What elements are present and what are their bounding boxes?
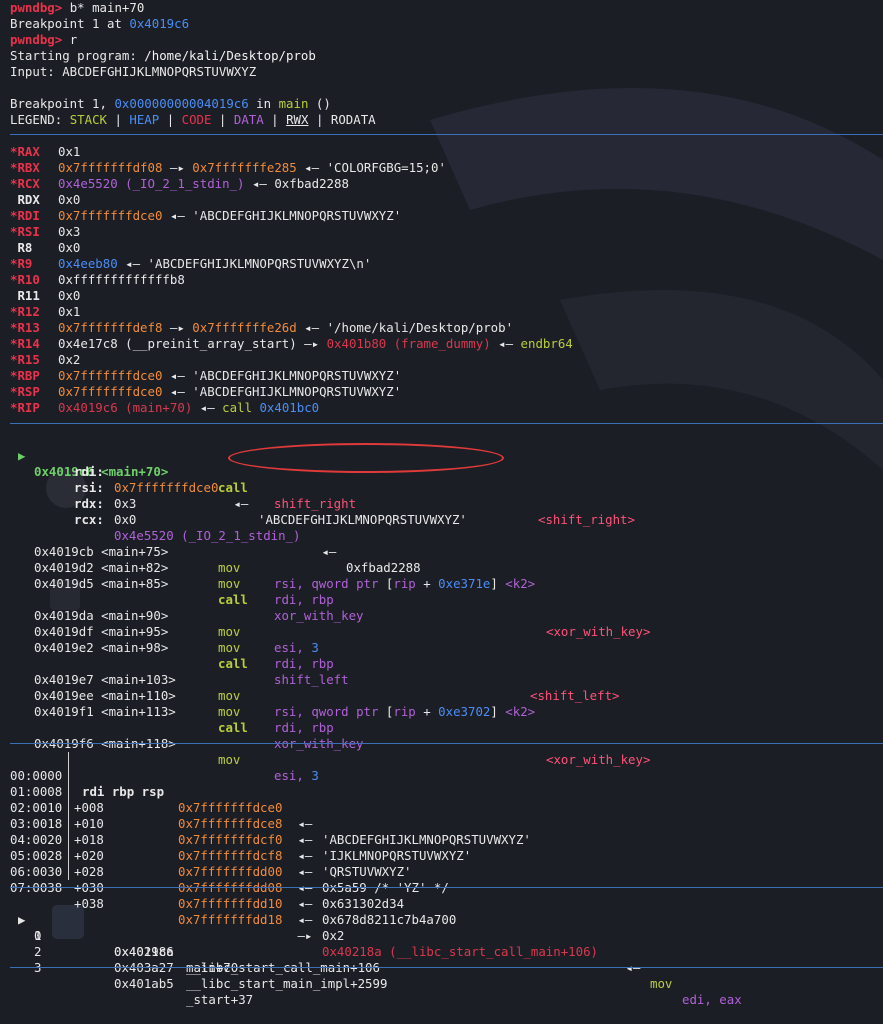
- section-divider-registers: [10, 134, 883, 135]
- register-rsp: *RSP 0x7fffffffdce0 ◂— 'ABCDEFGHIJKLMNOPQ…: [10, 384, 402, 399]
- stack-row: 07:0038 +038 0x7fffffffdd18 —▸ 0x40218a …: [10, 880, 742, 1007]
- disasm-row: 0x4019e7 <main+103> mov rsi, qword ptr […: [34, 672, 536, 719]
- input-line: Input: ABCDEFGHIJKLMNOPQRSTUVWXYZ: [10, 64, 257, 79]
- disasm-row: 0x4019f6 <main+118> mov esi, 3: [34, 736, 319, 783]
- stack-row: 02:0010 +010 0x7fffffffdcf0 ◂— 'QRSTUVWX…: [10, 800, 412, 879]
- register-rbp: *RBP 0x7fffffffdce0 ◂— 'ABCDEFGHIJKLMNOPQ…: [10, 368, 402, 383]
- section-divider-bottom: [10, 967, 883, 968]
- register-rdi: *RDI 0x7fffffffdce0 ◂— 'ABCDEFGHIJKLMNOPQ…: [10, 208, 402, 223]
- backtrace-frame: 3 0x401ab5 _start+37: [34, 960, 254, 1007]
- register-r12: *R12 0x1: [10, 304, 81, 319]
- stack-row: 03:0018 +018 0x7fffffffdcf8 ◂— 0x5a59 /*…: [10, 816, 449, 895]
- prompt-line-1: pwndbg> b* main+70: [10, 0, 145, 15]
- terminal-window[interactable]: pwndbg> b* main+70 Breakpoint 1 at 0x401…: [0, 0, 883, 1007]
- disasm-row: 0x4019cb <main+75> mov rsi, qword ptr [r…: [34, 544, 536, 591]
- stack-row: 01:0008 +008 0x7fffffffdce8 ◂— 'IJKLMNOP…: [10, 784, 472, 863]
- stack-row: 05:0028 +028 0x7fffffffdd08 ◂— 0x678d821…: [10, 848, 457, 927]
- backtrace-frame: 2 0x403a27 __libc_start_main_impl+2599: [34, 944, 388, 991]
- register-r13: *R13 0x7fffffffdef8 —▸ 0x7fffffffe26d ◂— …: [10, 320, 514, 335]
- disasm-row: 0x4019df <main+95> mov rdi, rbp: [34, 624, 334, 671]
- disasm-row: 0x4019da <main+90> mov esi, 3: [34, 608, 319, 655]
- stack-row: 04:0020 +020 0x7fffffffdd00 ◂— 0x631302d…: [10, 832, 405, 911]
- register-rbx: *RBX 0x7fffffffdf08 —▸ 0x7fffffffe285 ◂— …: [10, 160, 446, 175]
- breakpoint-set-line: Breakpoint 1 at 0x4019c6: [10, 16, 190, 31]
- register-rax: *RAX 0x1: [10, 144, 81, 159]
- prompt-line-2: pwndbg> r: [10, 32, 78, 47]
- register-rcx: *RCX 0x4e5520 (_IO_2_1_stdin_) ◂— 0xfbad2…: [10, 176, 349, 191]
- breakpoint-hit-line: Breakpoint 1, 0x00000000004019c6 in main…: [10, 96, 331, 111]
- backtrace-frame: 1 0x40218a __libc_start_call_main+106: [34, 928, 380, 975]
- backtrace-frame: ▶ 0 0x4019c6 main+70: [18, 912, 239, 975]
- register-r11: R11 0x0: [10, 288, 81, 303]
- disasm-row: 0x4019ee <main+110> mov rdi, rbp: [34, 688, 334, 735]
- legend-line: LEGEND: STACK | HEAP | CODE | DATA | RWX…: [10, 112, 376, 127]
- disasm-row: 0x4019f1 <main+113> call xor_with_key <x…: [34, 704, 651, 767]
- register-r10: *R10 0xfffffffffffffb8: [10, 272, 185, 287]
- section-divider-stack: [10, 743, 883, 744]
- disasm-row: 0x4019d2 <main+82> mov rdi, rbp: [34, 560, 334, 607]
- arg-rcx: rcx: 0x4e5520 (_IO_2_1_stdin_) ◂— 0xfbad…: [74, 512, 421, 575]
- section-divider-backtrace: [10, 887, 883, 888]
- stack-row: 00:0000 rdi rbp rsp 0x7fffffffdce0 ◂— 'A…: [10, 768, 531, 847]
- register-r15: *R15 0x2: [10, 352, 81, 367]
- register-r9: *R9 0x4eeb80 ◂— 'ABCDEFGHIJKLMNOPQRSTUVWX…: [10, 256, 372, 271]
- disasm-row: 0x4019e2 <main+98> call shift_left <shif…: [34, 640, 620, 703]
- stack-row: 06:0030 +030 0x7fffffffdd10 ◂— 0x2: [10, 864, 345, 943]
- disasm-row: 0x4019d5 <main+85> call xor_with_key <xo…: [34, 576, 651, 639]
- register-r14: *R14 0x4e17c8 (__preinit_array_start) —▸ …: [10, 336, 573, 351]
- register-rdx: RDX 0x0: [10, 192, 81, 207]
- register-rip: *RIP 0x4019c6 (main+70) ◂— call 0x401bc0: [10, 400, 320, 415]
- register-r8: R8 0x0: [10, 240, 81, 255]
- starting-program-line: Starting program: /home/kali/Desktop/pro…: [10, 48, 316, 63]
- red-annotation-circle: [228, 443, 504, 473]
- section-divider-disasm: [10, 423, 883, 424]
- arg-rdx: rdx: 0x0: [74, 496, 137, 527]
- register-rsi: *RSI 0x3: [10, 224, 81, 239]
